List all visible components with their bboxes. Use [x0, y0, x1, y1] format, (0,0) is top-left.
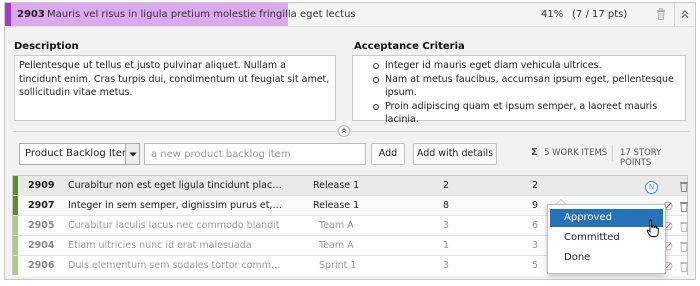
row-iteration: Sprint 1 — [319, 260, 357, 271]
row-iteration: Release 1 — [313, 200, 360, 211]
row-title[interactable]: Curabitur iaculis lacus nec commodo blan… — [68, 220, 284, 231]
row-remaining: 9 — [532, 200, 539, 211]
story-points-count: 17 STORY POINTS — [620, 148, 662, 168]
trash-icon[interactable] — [679, 220, 689, 232]
row-id: 2905 — [28, 220, 55, 231]
row-color-bar — [13, 236, 18, 255]
trash-icon[interactable] — [679, 200, 689, 212]
trash-icon[interactable] — [679, 240, 689, 252]
add-with-details-button[interactable]: Add with details — [413, 143, 497, 165]
acceptance-item: Proin adipiscing quam et ipsum semper, a… — [371, 100, 681, 127]
status-option-done[interactable]: Done — [550, 249, 663, 267]
item-header[interactable]: 2903 Mauris vel risus in ligula pretium … — [5, 3, 695, 27]
description-heading: Description — [14, 41, 79, 52]
trash-icon[interactable] — [679, 260, 689, 272]
status-menu: Approved Committed Done — [547, 204, 666, 274]
acceptance-heading: Acceptance Criteria — [354, 41, 465, 52]
row-remaining: 3 — [532, 240, 539, 251]
pointer-cursor-icon — [646, 219, 659, 237]
sigma-icon: Σ — [531, 147, 538, 158]
row-id: 2907 — [28, 200, 55, 211]
row-effort: 3 — [443, 220, 450, 231]
trash-icon[interactable] — [656, 8, 666, 20]
row-remaining: 6 — [532, 220, 539, 231]
row-effort: 8 — [443, 200, 450, 211]
row-effort: 2 — [443, 180, 450, 191]
item-title[interactable]: Mauris vel risus in ligula pretium moles… — [47, 9, 356, 20]
row-remaining: 2 — [532, 180, 539, 191]
item-type-select[interactable]: Product Backlog Item — [19, 143, 140, 165]
progress-points: (7 / 17 pts) — [572, 9, 628, 20]
backlog-item-panel: 2903 Mauris vel risus in ligula pretium … — [4, 2, 696, 280]
row-color-bar — [13, 176, 18, 195]
section-divider — [13, 131, 689, 132]
row-effort: 1 — [443, 240, 450, 251]
header-divider — [674, 3, 675, 26]
acceptance-item: Integer id mauris eget diam vehicula ult… — [371, 59, 681, 73]
row-iteration: Release 1 — [313, 180, 360, 191]
chevron-down-icon — [129, 152, 137, 157]
add-button[interactable]: Add — [371, 143, 405, 165]
progress-percent: 41% — [541, 9, 564, 20]
dropdown-arrow[interactable] — [125, 144, 139, 164]
type-color-stripe — [5, 3, 11, 26]
item-id: 2903 — [17, 9, 45, 20]
row-title[interactable]: Duis elementum sem sodales tortor commod… — [68, 260, 284, 271]
row-remaining: 5 — [532, 260, 539, 271]
row-iteration: Team A — [319, 240, 354, 251]
row-iteration: Team A — [319, 220, 354, 231]
new-item-input[interactable] — [144, 143, 366, 165]
item-type-value: Product Backlog Item — [25, 148, 132, 159]
row-title[interactable]: Curabitur non est eget ligula tincidunt … — [68, 180, 284, 191]
row-effort: 3 — [443, 260, 450, 271]
description-box[interactable]: Pellentesque ut tellus et justo pulvinar… — [14, 55, 336, 121]
acceptance-item: Nam at metus faucibus, accumsan ipsum eg… — [371, 73, 681, 100]
row-title[interactable]: Integer in sem semper, dignissim purus e… — [68, 200, 284, 211]
row-id: 2909 — [28, 180, 55, 191]
row-id: 2904 — [28, 240, 55, 251]
count-divider — [612, 145, 613, 161]
row-id: 2906 — [28, 260, 55, 271]
collapse-up-icon[interactable] — [680, 8, 690, 20]
trash-icon[interactable] — [679, 180, 689, 192]
row-title[interactable]: Etiam ultricies nunc id erat malesuada — [68, 240, 284, 251]
acceptance-box[interactable]: Integer id mauris eget diam vehicula ult… — [352, 55, 686, 125]
work-item-count: 5 WORK ITEMS — [544, 148, 608, 158]
status-badge[interactable]: N — [645, 181, 658, 194]
row-color-bar — [13, 196, 18, 215]
row-color-bar — [13, 216, 18, 235]
table-row[interactable]: 2909 Curabitur non est eget ligula tinci… — [13, 176, 689, 196]
collapse-details-icon[interactable] — [338, 125, 350, 137]
row-color-bar — [13, 256, 18, 275]
